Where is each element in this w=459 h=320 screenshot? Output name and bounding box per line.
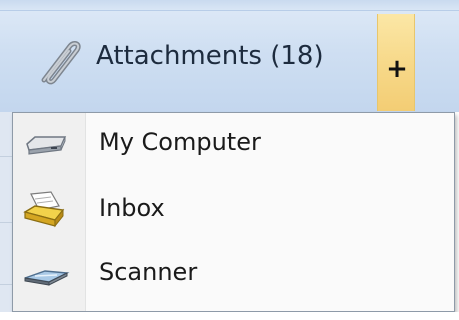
menu-item-inbox[interactable]: Inbox [13, 179, 454, 241]
menu-item-label: Inbox [99, 194, 165, 222]
toolbar-top-edge [0, 0, 459, 11]
scanner-icon [24, 270, 70, 286]
menu-item-my-computer[interactable]: My Computer [13, 113, 454, 175]
attachments-toolbar: Attachments (18) + [0, 0, 459, 112]
plus-icon: + [386, 54, 408, 84]
background-bottom [0, 312, 459, 320]
hard-drive-icon [26, 136, 67, 155]
menu-item-scanner[interactable]: Scanner [13, 243, 454, 305]
attachments-count-label[interactable]: Attachments (18) [96, 40, 324, 72]
attachment-source-menu: My Computer Inbox Scanner [12, 112, 455, 312]
paperclip-icon [41, 41, 81, 85]
menu-item-label: My Computer [99, 128, 261, 156]
add-attachment-button[interactable]: + [377, 14, 415, 111]
menu-item-label: Scanner [99, 258, 198, 286]
inbox-tray-icon [23, 191, 65, 228]
